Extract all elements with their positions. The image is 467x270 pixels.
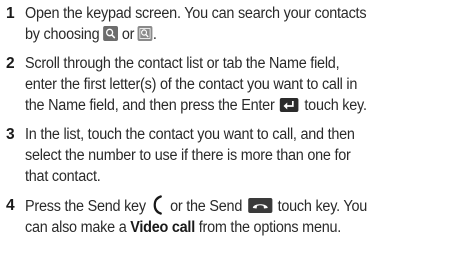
send-key-icon [152, 195, 163, 215]
step-line-part: or [121, 26, 135, 43]
step-line-part: by choosing [25, 26, 100, 43]
step-line-part: touch key. [304, 97, 367, 114]
step-text: Press the Send key or the Send touch key… [25, 195, 429, 238]
step-line-part: . [152, 26, 157, 43]
step-4: 4 Press the Send key or the Send touch k… [6, 195, 459, 238]
video-call-label: Video call [130, 219, 195, 236]
step-number: 4 [6, 197, 15, 214]
step-line-part: touch key. You [277, 198, 368, 215]
step-line: select the number to use if there is mor… [25, 147, 351, 164]
enter-key-icon [280, 98, 299, 112]
step-line: Scroll through the contact list or tab t… [25, 55, 340, 72]
send-touch-key-icon [247, 198, 272, 213]
step-3: 3 In the list, touch the contact you wan… [6, 124, 459, 187]
step-number: 3 [6, 126, 15, 143]
step-number: 2 [6, 55, 15, 72]
step-line: In the list, touch the contact you want … [25, 126, 355, 143]
step-line: that contact. [25, 168, 101, 185]
step-line-part: Press the Send key [25, 198, 146, 215]
instructions-page: 1 Open the keypad screen. You can search… [0, 0, 467, 270]
step-line: enter the first letter(s) of the contact… [25, 76, 358, 93]
step-number: 1 [6, 5, 15, 22]
step-line-part: from the options menu. [198, 219, 342, 236]
step-2: 2 Scroll through the contact list or tab… [6, 53, 459, 116]
step-line: Open the keypad screen. You can search y… [25, 5, 367, 22]
step-line-part: the Name field, and then press the Enter [25, 97, 275, 114]
step-text: Scroll through the contact list or tab t… [25, 53, 429, 116]
step-line-part: or the Send [170, 198, 243, 215]
step-text: Open the keypad screen. You can search y… [25, 3, 429, 45]
step-line-part: can also make a [25, 219, 127, 236]
search-contacts-icon [103, 26, 119, 41]
step-1: 1 Open the keypad screen. You can search… [6, 3, 459, 45]
search-contacts-alt-icon [137, 26, 153, 41]
step-text: In the list, touch the contact you want … [25, 124, 429, 187]
